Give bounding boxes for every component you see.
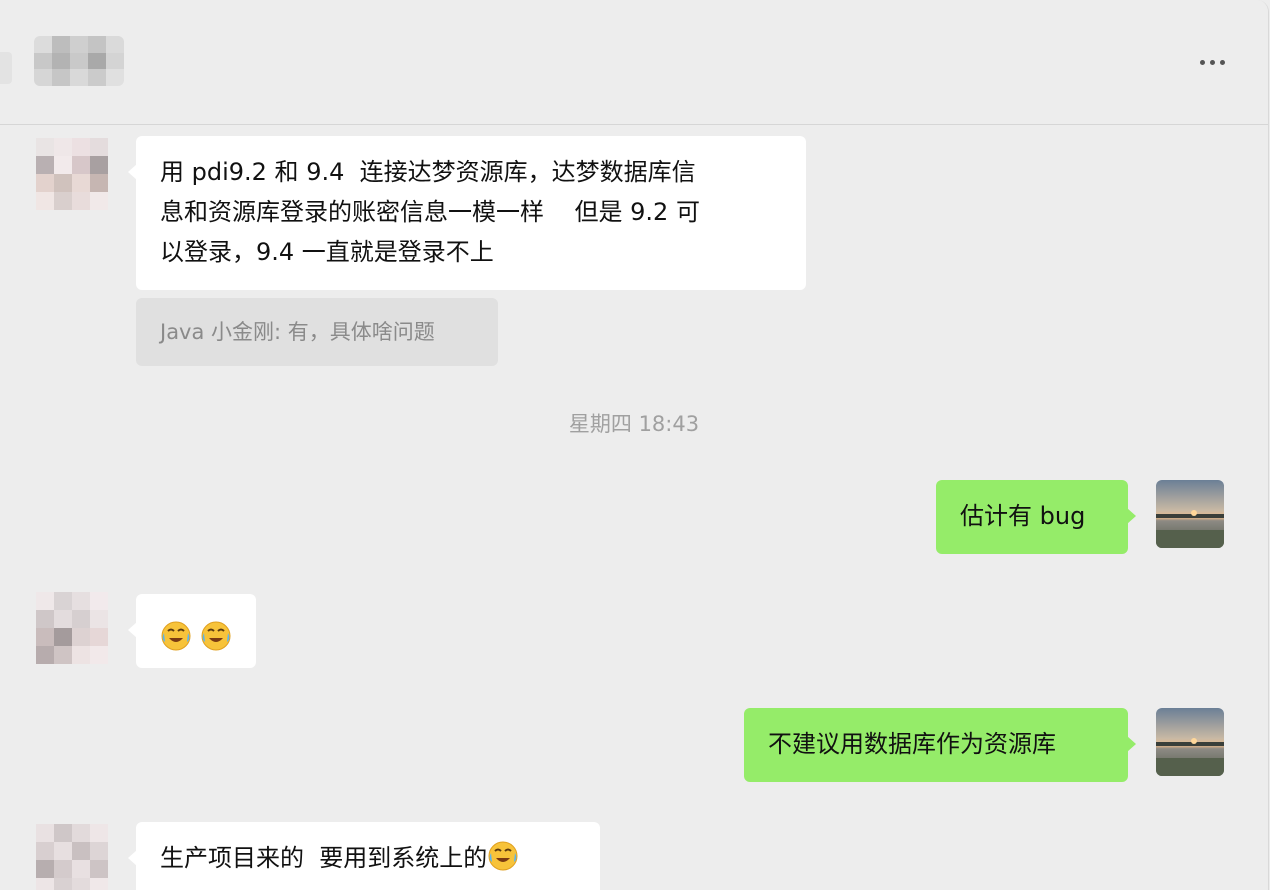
chat-window: 用 pdi9.2 和 9.4 连接达梦资源库，达梦数据库信 息和资源库登录的账密… — [0, 0, 1269, 890]
contact-avatar[interactable] — [36, 592, 108, 664]
bubble-tail — [128, 622, 137, 638]
sunset-photo-icon — [1156, 480, 1224, 548]
more-dot — [1209, 59, 1215, 65]
message-text: 估计有 bug — [960, 502, 1086, 530]
contact-avatar[interactable] — [36, 824, 108, 890]
my-avatar[interactable] — [1156, 480, 1224, 548]
laugh-cry-emoji — [201, 621, 231, 651]
contact-avatar[interactable] — [36, 138, 108, 210]
laugh-cry-emoji — [488, 841, 518, 871]
message-bubble-incoming[interactable]: 用 pdi9.2 和 9.4 连接达梦资源库，达梦数据库信 息和资源库登录的账密… — [128, 136, 806, 290]
message-line: 以登录，9.4 一直就是登录不上 — [160, 238, 494, 266]
message-line: 息和资源库登录的账密信息一模一样 但是 9.2 可 — [160, 198, 700, 226]
bubble-tail — [1127, 508, 1136, 524]
more-dot — [1219, 59, 1225, 65]
more-options-button[interactable] — [1190, 48, 1234, 76]
bubble-tail — [128, 164, 137, 180]
sidebar-edge — [0, 52, 12, 84]
message-line: 用 pdi9.2 和 9.4 连接达梦资源库，达梦数据库信 — [160, 158, 696, 186]
laugh-cry-emoji — [161, 621, 191, 651]
message-bubble-incoming[interactable] — [128, 594, 256, 668]
quoted-reply[interactable]: Java 小金刚: 有，具体啥问题 — [136, 298, 498, 366]
chat-title-pixelated — [34, 36, 124, 86]
message-bubble-outgoing[interactable]: 估计有 bug — [936, 480, 1136, 554]
chat-header — [0, 0, 1268, 125]
sunset-photo-icon — [1156, 708, 1224, 776]
message-timestamp: 星期四 18:43 — [568, 412, 700, 436]
more-dots-icon — [1199, 59, 1205, 65]
message-bubble-outgoing[interactable]: 不建议用数据库作为资源库 — [744, 708, 1136, 782]
my-avatar[interactable] — [1156, 708, 1224, 776]
message-text: 生产项目来的 要用到系统上的 — [160, 844, 488, 872]
message-text: 不建议用数据库作为资源库 — [768, 730, 1056, 758]
bubble-tail — [1127, 736, 1136, 752]
quoted-reply-text: Java 小金刚: 有，具体啥问题 — [160, 320, 435, 344]
message-bubble-incoming[interactable]: 生产项目来的 要用到系统上的 — [128, 822, 600, 890]
bubble-tail — [128, 850, 137, 866]
